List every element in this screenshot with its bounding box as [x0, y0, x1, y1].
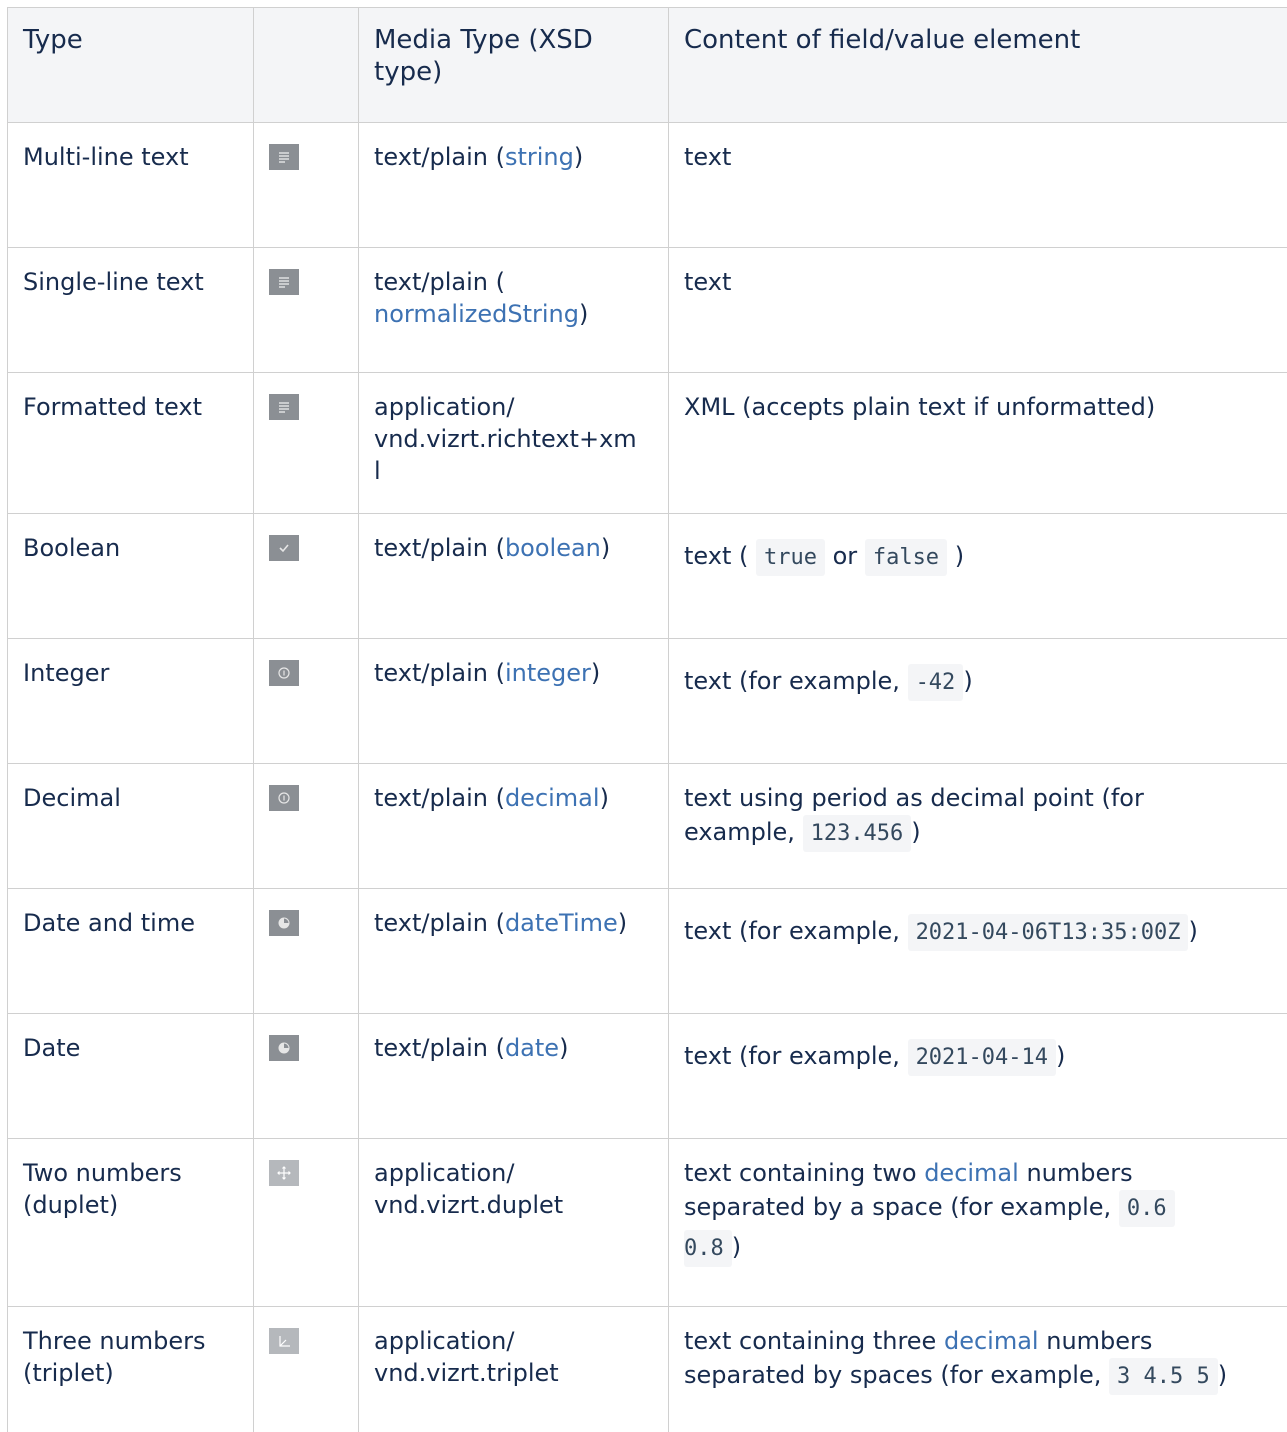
content-cell: text (for example, 2021-04-14) [669, 1014, 1287, 1139]
type-cell: Single-line text [8, 248, 254, 373]
xsd-type-link[interactable]: integer [505, 659, 591, 687]
code-snippet: -42 [908, 664, 964, 701]
checkmark-icon [269, 535, 299, 561]
table-row: Multi-line text text/plain (string) text [8, 123, 1287, 248]
content-cell: text (for example, -42) [669, 639, 1287, 764]
table-row: Integer text/plain (integer) text (for e… [8, 639, 1287, 764]
header-type: Type [8, 8, 254, 123]
media-type-cell: text/plain (string) [359, 123, 669, 248]
content-cell: text using period as decimal point (fore… [669, 764, 1287, 889]
content-cell: text [669, 123, 1287, 248]
type-cell: Boolean [8, 514, 254, 639]
xsd-type-link[interactable]: normalizedString [374, 300, 579, 328]
xsd-type-link[interactable]: string [505, 143, 574, 171]
content-cell: XML (accepts plain text if unformatted) [669, 373, 1287, 514]
table-row: Decimal text/plain (decimal) text using … [8, 764, 1287, 889]
type-cell: Date and time [8, 889, 254, 1014]
clock-icon [269, 910, 299, 936]
content-cell: text (for example, 2021-04-06T13:35:00Z) [669, 889, 1287, 1014]
media-type-cell: text/plain (dateTime) [359, 889, 669, 1014]
type-cell: Three numbers(triplet) [8, 1307, 254, 1432]
media-type-cell: application/vnd.vizrt.richtext+xml [359, 373, 669, 514]
header-media-type: Media Type (XSD type) [359, 8, 669, 123]
type-cell: Formatted text [8, 373, 254, 514]
table-row: Date and time text/plain (dateTime) text… [8, 889, 1287, 1014]
header-icon [254, 8, 359, 123]
code-snippet: 2021-04-14 [908, 1039, 1056, 1076]
code-snippet: 2021-04-06T13:35:00Z [908, 914, 1189, 951]
content-cell: text containing two decimal numberssepar… [669, 1139, 1287, 1307]
code-snippet: false [865, 539, 947, 576]
text-lines-icon [269, 394, 299, 420]
type-cell: Multi-line text [8, 123, 254, 248]
number-icon [269, 660, 299, 686]
code-snippet: 3 4.5 5 [1109, 1358, 1218, 1395]
media-type-cell: text/plain (boolean) [359, 514, 669, 639]
decimal-link[interactable]: decimal [924, 1159, 1019, 1187]
table-row: Single-line text text/plain (normalizedS… [8, 248, 1287, 373]
xsd-type-link[interactable]: decimal [505, 784, 600, 812]
text-lines-icon [269, 269, 299, 295]
media-type-cell: text/plain (date) [359, 1014, 669, 1139]
code-snippet: 0.6 [1119, 1190, 1175, 1227]
axes-icon [269, 1328, 299, 1354]
clock-icon [269, 1035, 299, 1061]
media-type-cell: application/vnd.vizrt.triplet [359, 1307, 669, 1432]
xsd-type-link[interactable]: boolean [505, 534, 601, 562]
text-lines-icon [269, 144, 299, 170]
table-row: Three numbers(triplet) application/vnd.v… [8, 1307, 1287, 1432]
code-snippet: 0.8 [684, 1230, 732, 1267]
type-cell: Decimal [8, 764, 254, 889]
media-type-cell: text/plain (normalizedString) [359, 248, 669, 373]
header-row: Type Media Type (XSD type) Content of fi… [8, 8, 1287, 123]
content-cell: text containing three decimal numberssep… [669, 1307, 1287, 1432]
media-type-cell: application/vnd.vizrt.duplet [359, 1139, 669, 1307]
decimal-link[interactable]: decimal [944, 1327, 1039, 1355]
table-row: Date text/plain (date) text (for example… [8, 1014, 1287, 1139]
header-content: Content of field/value element [669, 8, 1287, 123]
move-arrows-icon [269, 1160, 299, 1186]
type-cell: Two numbers(duplet) [8, 1139, 254, 1307]
code-snippet: true [756, 539, 825, 576]
content-cell: text [669, 248, 1287, 373]
media-type-cell: text/plain (integer) [359, 639, 669, 764]
code-snippet: 123.456 [803, 815, 912, 852]
type-cell: Integer [8, 639, 254, 764]
number-icon [269, 785, 299, 811]
xsd-type-link[interactable]: date [505, 1034, 559, 1062]
table-row: Formatted text application/vnd.vizrt.ric… [8, 373, 1287, 514]
field-types-table: Type Media Type (XSD type) Content of fi… [7, 7, 1287, 1432]
content-cell: text ( true or false ) [669, 514, 1287, 639]
type-cell: Date [8, 1014, 254, 1139]
table-row: Boolean text/plain (boolean) text ( true… [8, 514, 1287, 639]
xsd-type-link[interactable]: dateTime [505, 909, 618, 937]
media-type-cell: text/plain (decimal) [359, 764, 669, 889]
table-row: Two numbers(duplet) application/vnd.vizr… [8, 1139, 1287, 1307]
